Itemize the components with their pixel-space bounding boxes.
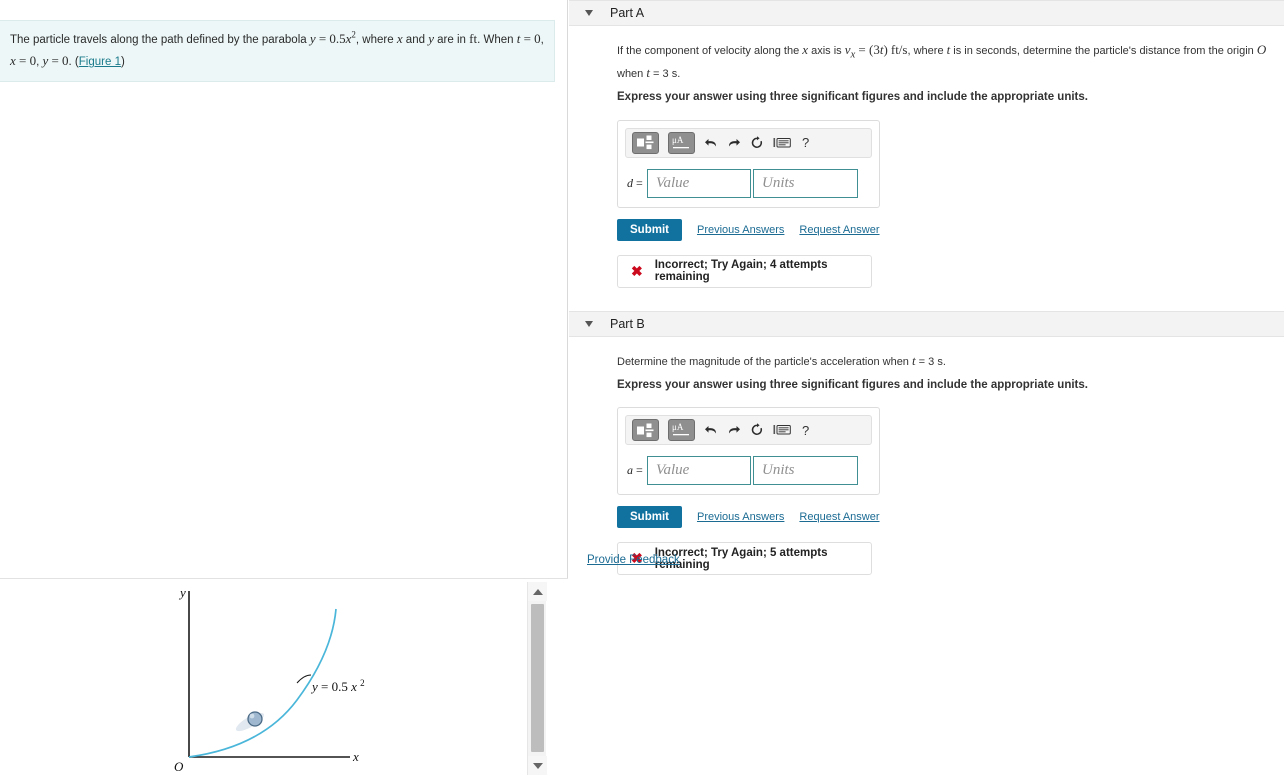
part-a-question: If the component of velocity along the x… <box>617 42 1267 80</box>
scroll-up-button[interactable] <box>528 582 547 601</box>
origin-label: O <box>174 759 184 774</box>
math-template-glyph <box>637 135 654 150</box>
left-panel: The particle travels along the path defi… <box>0 0 568 775</box>
part-a-label: Part A <box>610 6 645 20</box>
redo-arrow-icon[interactable] <box>727 423 741 437</box>
keyboard-icon[interactable] <box>773 424 791 436</box>
x-mark-icon: ✖ <box>631 262 643 279</box>
part-b-answer-box: μA ? a = Value Units <box>617 407 880 496</box>
parabola-figure: y x O y = 0.5 x 2 <box>174 585 365 774</box>
part-a-value-input[interactable] <box>647 168 751 198</box>
problem-statement-text: The particle travels along the path defi… <box>10 30 544 69</box>
keyboard-icon[interactable] <box>773 137 791 149</box>
micro-amp-glyph: μA <box>672 422 689 436</box>
part-a-previous-answers-link[interactable]: Previous Answers <box>697 224 784 236</box>
question-mark-icon[interactable]: ? <box>800 135 811 150</box>
reset-glyph <box>751 423 763 436</box>
reset-glyph <box>751 135 763 148</box>
scrollbar-thumb[interactable] <box>531 604 544 752</box>
micro-amp-units-icon[interactable]: μA <box>668 131 695 154</box>
part-b-previous-answers-link[interactable]: Previous Answers <box>697 511 784 523</box>
part-b-instruction: Express your answer using three signific… <box>617 379 1088 392</box>
part-b-variable-label: a = <box>627 463 643 478</box>
part-a-answer-row: d = <box>625 168 872 198</box>
curve-equation-label: y = 0.5 x 2 <box>310 678 365 694</box>
provide-feedback-link[interactable]: Provide Feedback <box>587 554 680 566</box>
part-a-header[interactable]: Part A <box>569 0 1284 26</box>
figure-scrollbar[interactable] <box>527 582 547 775</box>
svg-text:μA: μA <box>672 135 684 145</box>
part-a-feedback-text: Incorrect; Try Again; 4 attempts remaini… <box>654 259 828 284</box>
part-b-section: Part B Determine the magnitude of the pa… <box>569 310 1284 576</box>
redo-glyph <box>728 138 740 147</box>
part-b-button-row: Submit Previous Answers Request Answer <box>617 506 1284 529</box>
particle-highlight <box>249 713 255 719</box>
redo-arrow-icon[interactable] <box>727 136 741 150</box>
part-a-feedback: ✖ Incorrect; Try Again; 4 attempts remai… <box>617 254 872 288</box>
part-a-body: If the component of velocity along the x… <box>569 26 1284 288</box>
keyboard-glyph <box>773 425 791 435</box>
part-b-answer-row: a = <box>625 456 872 486</box>
question-mark-icon[interactable]: ? <box>800 423 811 438</box>
part-b-body: Determine the magnitude of the particle'… <box>569 337 1284 576</box>
part-a-instruction: Express your answer using three signific… <box>617 91 1088 104</box>
part-b-label: Part B <box>610 316 645 331</box>
part-b-request-answer-link[interactable]: Request Answer <box>799 511 879 523</box>
part-a-submit-button[interactable]: Submit <box>617 218 682 241</box>
undo-glyph <box>705 138 717 147</box>
math-template-glyph <box>637 423 654 437</box>
reset-circular-arrow-icon[interactable] <box>750 135 764 150</box>
svg-text:μA: μA <box>672 422 684 432</box>
part-b-units-input[interactable] <box>753 456 858 486</box>
part-a-units-input[interactable] <box>753 168 858 198</box>
part-b-feedback-text: Incorrect; Try Again; 5 attempts remaini… <box>654 546 828 571</box>
part-b-toolbar: μA ? <box>625 415 872 446</box>
undo-arrow-icon[interactable] <box>704 423 718 437</box>
problem-statement: The particle travels along the path defi… <box>0 20 555 83</box>
figure-viewport: y x O y = 0.5 x 2 <box>0 578 568 775</box>
part-b-submit-button[interactable]: Submit <box>617 506 682 529</box>
undo-glyph <box>705 426 717 434</box>
part-a-button-row: Submit Previous Answers Request Answer <box>617 218 1284 241</box>
part-a-section: Part A If the component of velocity alon… <box>569 0 1284 288</box>
triangle-down-icon <box>532 762 543 769</box>
reset-circular-arrow-icon[interactable] <box>750 423 764 437</box>
keyboard-glyph <box>773 137 791 148</box>
right-panel: Part A If the component of velocity alon… <box>569 0 1284 775</box>
part-a-answer-box: μA ? d = Value Units <box>617 119 880 208</box>
part-b-question: Determine the magnitude of the particle'… <box>617 352 946 368</box>
scroll-down-button[interactable] <box>528 756 547 775</box>
collapse-caret-icon[interactable] <box>585 320 593 327</box>
triangle-up-icon <box>532 588 543 595</box>
micro-amp-glyph: μA <box>672 135 689 148</box>
collapse-caret-icon[interactable] <box>585 10 593 16</box>
y-axis-label: y <box>178 585 186 600</box>
micro-amp-units-icon[interactable]: μA <box>668 419 695 442</box>
part-a-request-answer-link[interactable]: Request Answer <box>799 224 879 236</box>
part-b-header[interactable]: Part B <box>569 310 1284 337</box>
part-a-toolbar: μA ? <box>625 127 872 158</box>
part-a-variable-label: d = <box>627 175 643 190</box>
math-template-icon[interactable] <box>632 131 659 154</box>
undo-arrow-icon[interactable] <box>704 136 718 150</box>
part-b-value-input[interactable] <box>647 456 751 486</box>
figure-header: Figure ◀ 1 of 1 ▶ <box>0 548 568 576</box>
math-template-icon[interactable] <box>632 419 659 442</box>
redo-glyph <box>728 426 740 434</box>
particle-marker <box>247 711 263 727</box>
assignment-page: The particle travels along the path defi… <box>0 0 1284 775</box>
x-axis-label: x <box>352 749 359 764</box>
